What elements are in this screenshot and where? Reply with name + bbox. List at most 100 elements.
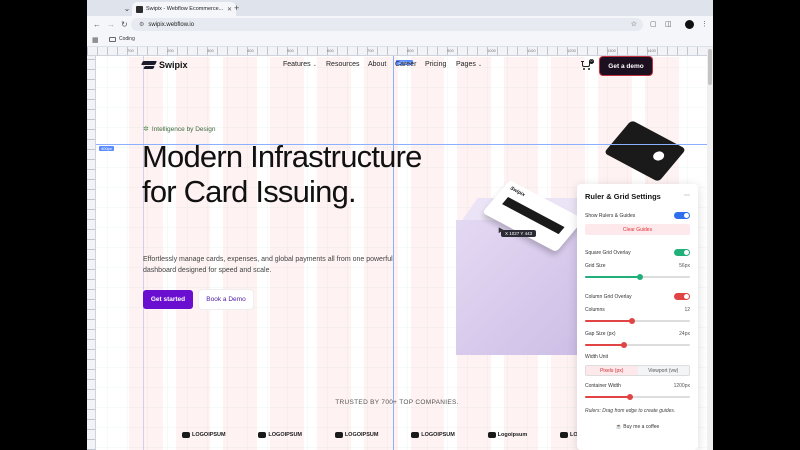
profile-avatar[interactable] <box>685 20 694 29</box>
book-demo-button[interactable]: Book a Demo <box>199 290 253 309</box>
column-grid-label: Column Grid Overlay <box>585 294 632 300</box>
logo-strip: LOGOIPSUM LOGOIPSUM LOGOIPSUM LOGOIPSUM Logo… <box>182 432 582 438</box>
container-width-value: 1200px <box>673 383 690 389</box>
gap-size-label: Gap Size (px) <box>585 331 616 337</box>
grid-size-value: 56px <box>679 263 690 269</box>
partner-logo-text: LOGOIPSUM <box>192 432 226 438</box>
cart-count-badge: 0 <box>589 59 594 64</box>
hero-subtitle: Effortlessly manage cards, expenses, and… <box>143 256 393 274</box>
page-scrollbar[interactable] <box>707 47 713 450</box>
site-logo[interactable]: Swipix <box>142 60 188 70</box>
tab-strip: ⌄ Swipix - Webflow Ecommerce... ✕ + <box>87 0 713 16</box>
nav-item-career[interactable]: Career <box>395 61 416 68</box>
partner-logo-icon <box>487 432 496 438</box>
partner-logo: LOGOIPSUM <box>334 432 379 438</box>
column-grid-toggle[interactable] <box>674 293 690 300</box>
hero-title: Modern Infrastructure for Card Issuing. <box>142 139 422 209</box>
bookmark-folder[interactable]: Coding <box>109 36 135 42</box>
width-unit-label: Width Unit <box>585 354 609 360</box>
gap-size-value: 24px <box>679 331 690 337</box>
scrollbar-thumb[interactable] <box>708 49 712 85</box>
unit-pixels-option[interactable]: Pixels (px) <box>586 366 638 375</box>
reload-icon[interactable]: ↻ <box>121 19 128 30</box>
nav-label: About <box>368 61 387 68</box>
nav-item-about[interactable]: About <box>368 61 386 68</box>
nav-item-resources[interactable]: Resources <box>326 61 359 68</box>
menu-kebab-icon[interactable]: ⋮ <box>701 19 708 30</box>
logo-mark-icon <box>142 61 156 70</box>
back-icon[interactable]: ← <box>93 19 101 30</box>
hero-eyebrow: ✲ Intelligence by Design <box>143 125 215 134</box>
address-bar[interactable]: ⚙ swipix.webflow.io ☆ <box>131 18 643 31</box>
get-started-button[interactable]: Get started <box>143 290 193 309</box>
ruler-grid-settings-panel: Ruler & Grid Settings ⋯ Show Rulers & Gu… <box>577 184 698 450</box>
folder-icon <box>109 36 116 42</box>
container-width-slider[interactable] <box>585 394 690 400</box>
square-grid-toggle[interactable] <box>674 249 690 256</box>
hero-box-art <box>456 220 586 355</box>
extensions-puzzle-icon[interactable]: ◫ <box>665 19 672 30</box>
columns-value: 12 <box>684 307 690 313</box>
nav-label: Pages <box>456 61 476 68</box>
grid-size-label: Grid Size <box>585 263 606 269</box>
ruler-tick-label: 1400 <box>647 48 656 53</box>
nav-label: Features <box>283 61 311 68</box>
unit-viewport-option[interactable]: Viewport (vw) <box>637 366 689 375</box>
ruler-tick-label: 200 <box>167 48 174 53</box>
web-page: Swipix 700 200 300 400 500 600 700 800 900 1000 11… <box>87 47 713 450</box>
trusted-by-text: TRUSTED BY 700+ TOP COMPANIES. <box>335 399 459 406</box>
partner-logo-icon <box>411 432 420 438</box>
buy-coffee-link[interactable]: ☕ Buy me a coffee <box>577 424 698 430</box>
bookmark-star-icon[interactable]: ☆ <box>631 20 637 28</box>
get-a-demo-button[interactable]: Get a demo <box>600 57 652 75</box>
partner-logo-text: Logoipsum <box>497 432 528 438</box>
columns-label: Columns <box>585 307 605 313</box>
apps-grid-icon[interactable]: ▦ <box>92 36 99 44</box>
ruler-tick-label: 1200 <box>567 48 576 53</box>
browser-tab[interactable]: Swipix - Webflow Ecommerce... ✕ <box>132 2 236 16</box>
cursor-coordinate-readout: X 1027 Y 443 <box>501 230 537 237</box>
rulers-hint: Rulers: Drag from edge to create guides. <box>585 408 676 414</box>
width-unit-toggle: Pixels (px) Viewport (vw) <box>585 365 690 376</box>
gap-size-slider[interactable] <box>585 342 690 348</box>
partner-logo-icon <box>182 432 190 438</box>
chevron-down-icon: ⌄ <box>312 61 317 68</box>
extension-icon[interactable]: ▢ <box>650 19 657 30</box>
new-tab-icon[interactable]: + <box>234 3 239 13</box>
partner-logo-icon <box>258 432 267 438</box>
nav-item-features[interactable]: Features ⌄ <box>283 61 317 68</box>
ruler-left[interactable] <box>87 56 96 450</box>
panel-title: Ruler & Grid Settings <box>585 192 661 201</box>
column-edge-guide <box>143 47 144 450</box>
show-rulers-label: Show Rulers & Guides <box>585 213 636 219</box>
ruler-top[interactable]: 700 200 300 400 500 600 700 800 900 1000 1100 1200 1… <box>87 47 713 56</box>
show-rulers-toggle[interactable] <box>674 212 690 219</box>
cart-icon[interactable]: 0 <box>581 59 594 70</box>
browser-window: ⌄ Swipix - Webflow Ecommerce... ✕ + ← → … <box>87 0 713 450</box>
ruler-tick-label: 300 <box>207 48 214 53</box>
columns-slider[interactable] <box>585 318 690 324</box>
ruler-tick-label: 1100 <box>527 48 536 53</box>
nav-item-pricing[interactable]: Pricing <box>425 61 446 68</box>
site-info-icon[interactable]: ⚙ <box>139 21 144 28</box>
partner-logo-icon <box>334 432 343 438</box>
nav-label: Pricing <box>425 61 447 68</box>
ruler-tick-label: 1000 <box>487 48 496 53</box>
nav-item-pages[interactable]: Pages ⌄ <box>456 61 482 68</box>
grid-size-slider[interactable] <box>585 274 690 280</box>
partner-logo-icon <box>560 432 569 438</box>
browser-toolbar: ← → ↻ ⚙ swipix.webflow.io ☆ ▢ ◫ ⋮ <box>87 16 713 33</box>
ruler-tick-label: 1300 <box>607 48 616 53</box>
vertical-guide[interactable] <box>393 47 394 450</box>
ruler-tick-label: 500 <box>287 48 294 53</box>
bookmark-folder-label: Coding <box>119 36 135 42</box>
forward-icon[interactable]: → <box>107 19 115 30</box>
partner-logo: LOGOIPSUM <box>411 432 455 438</box>
partner-logo-text: LOGOIPSUM <box>421 432 455 438</box>
partner-logo: LOGOIPSUM <box>258 432 302 438</box>
clear-guides-button[interactable]: Clear Guides <box>585 224 690 235</box>
more-options-icon[interactable]: ⋯ <box>684 192 690 199</box>
close-icon[interactable]: ✕ <box>227 6 232 13</box>
partner-logo-text: LOGOIPSUM <box>344 432 379 438</box>
chevron-down-icon: ⌄ <box>477 61 483 68</box>
